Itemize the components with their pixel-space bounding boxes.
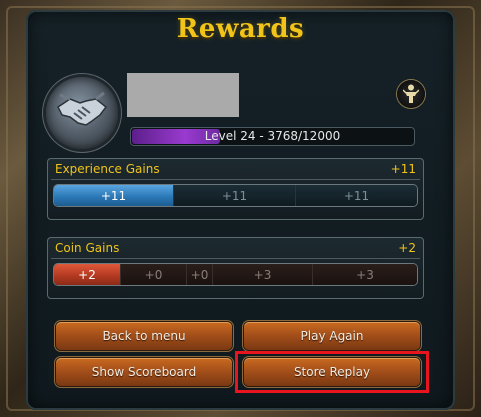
back-to-menu-button[interactable]: Back to menu [56, 322, 232, 350]
experience-segment: +11 [296, 185, 417, 206]
coin-segment: +0 [121, 264, 187, 285]
rank-badge[interactable] [397, 80, 425, 108]
coin-segment: +3 [313, 264, 417, 285]
handshake-icon [57, 91, 108, 126]
coin-gains-bar: +2 +0 +0 +3 +3 [54, 264, 417, 285]
play-again-button[interactable]: Play Again [244, 322, 420, 350]
coin-segment: +0 [187, 264, 213, 285]
player-emblem [46, 77, 118, 149]
divider [51, 179, 420, 180]
coin-gains-label: Coin Gains [55, 241, 120, 255]
experience-segment: +11 [54, 185, 174, 206]
experience-gains-total: +11 [390, 162, 416, 176]
coin-segment: +3 [213, 264, 313, 285]
experience-gains-bar: +11 +11 +11 [54, 185, 417, 206]
divider [51, 258, 420, 259]
coin-gains-total: +2 [398, 241, 416, 255]
champion-icon [403, 84, 419, 103]
player-name-placeholder [127, 73, 239, 117]
experience-segment: +11 [174, 185, 296, 206]
coin-gains-section: Coin Gains +2 +2 +0 +0 +3 +3 [47, 237, 424, 299]
experience-gains-section: Experience Gains +11 +11 +11 +11 [47, 158, 424, 220]
coin-segment: +2 [54, 264, 121, 285]
window-title: Rewards [176, 14, 305, 44]
experience-gains-label: Experience Gains [55, 162, 160, 176]
level-progress-bar: Level 24 - 3768/12000 [130, 127, 415, 146]
show-scoreboard-button[interactable]: Show Scoreboard [56, 358, 232, 386]
selection-highlight [235, 351, 429, 393]
level-text: Level 24 - 3768/12000 [204, 129, 341, 143]
